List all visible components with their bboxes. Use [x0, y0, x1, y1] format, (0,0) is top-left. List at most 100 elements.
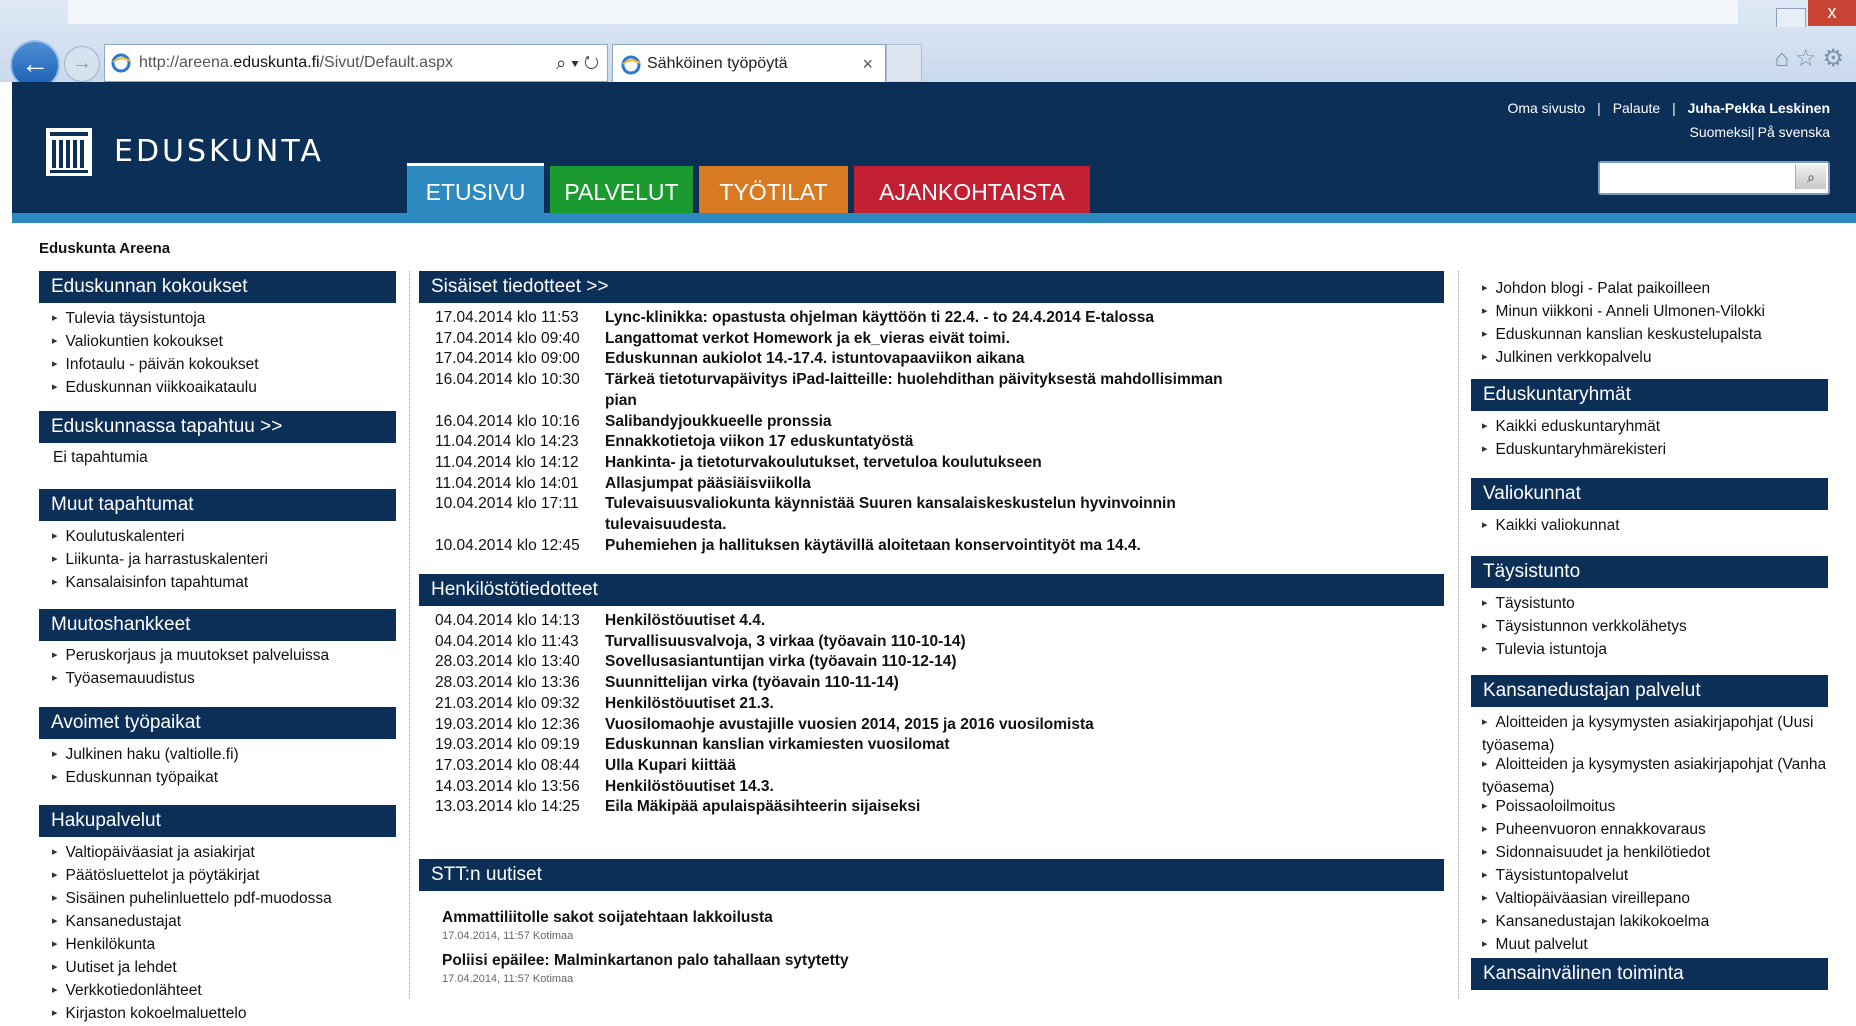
- home-favorites-settings-icons[interactable]: ⌂☆⚙: [1774, 44, 1850, 73]
- list-item[interactable]: Eduskuntaryhmärekisteri: [1482, 439, 1667, 462]
- palaute-link[interactable]: Palaute: [1613, 100, 1660, 116]
- list-item[interactable]: Eduskunnan viikkoaikataulu: [52, 377, 259, 400]
- news-row[interactable]: 11.04.2014 klo 14:01 Allasjumpat pääsiäis…: [435, 474, 1255, 495]
- news-title[interactable]: Eila Mäkipää apulaispääsihteerin sijaise…: [605, 797, 1255, 818]
- oma-sivusto-link[interactable]: Oma sivusto: [1507, 100, 1585, 116]
- news-row[interactable]: 17.04.2014 klo 11:53 Lync-klinikka: opast…: [435, 308, 1255, 329]
- news-title[interactable]: Henkilöstöuutiset 21.3.: [605, 694, 1255, 715]
- minimize-button[interactable]: [1776, 8, 1806, 27]
- tab-palvelut[interactable]: PALVELUT: [550, 166, 693, 213]
- news-row[interactable]: 04.04.2014 klo 14:13 Henkilöstöuutiset 4.…: [435, 611, 1255, 632]
- list-item[interactable]: Täysistuntopalvelut: [1482, 865, 1710, 888]
- list-item[interactable]: Valtiopäiväasiat ja asiakirjat: [52, 842, 332, 865]
- news-row[interactable]: 19.03.2014 klo 12:36 Vuosilomaohje avusta…: [435, 715, 1255, 736]
- address-bar[interactable]: http://areena.eduskunta.fi/Sivut/Default…: [104, 44, 608, 82]
- news-row[interactable]: 16.04.2014 klo 10:16 Salibandyjoukkueelle…: [435, 412, 1255, 433]
- lang-fi-link[interactable]: Suomeksi: [1690, 124, 1751, 140]
- stt-news-title[interactable]: Poliisi epäilee: Malminkartanon palo tah…: [442, 952, 849, 970]
- news-title[interactable]: Tulevaisuusvaliokunta käynnistää Suuren …: [605, 494, 1255, 535]
- close-tab-icon[interactable]: ×: [862, 45, 873, 83]
- list-item[interactable]: Puheenvuoron ennakkovaraus: [1482, 819, 1710, 842]
- news-row[interactable]: 13.03.2014 klo 14:25 Eila Mäkipää apulais…: [435, 797, 1255, 818]
- news-row[interactable]: 28.03.2014 klo 13:40 Sovellusasiantuntija…: [435, 652, 1255, 673]
- list-item[interactable]: Tulevia istuntoja: [1482, 639, 1687, 662]
- list-item[interactable]: Sisäinen puhelinluettelo pdf-muodossa: [52, 888, 332, 911]
- section-header-sisaiset[interactable]: Sisäiset tiedotteet >>: [419, 271, 1444, 303]
- news-title[interactable]: Eduskunnan kanslian virkamiesten vuosilo…: [605, 735, 1255, 756]
- list-item[interactable]: Uutiset ja lehdet: [52, 957, 332, 980]
- list-item[interactable]: Työasemauudistus: [52, 668, 329, 691]
- news-title[interactable]: Sovellusasiantuntijan virka (työavain 11…: [605, 652, 1255, 673]
- section-header-tapahtuu[interactable]: Eduskunnassa tapahtuu >>: [39, 411, 396, 443]
- list-item[interactable]: Aloitteiden ja kysymysten asiakirjapohja…: [1482, 754, 1837, 798]
- news-row[interactable]: 04.04.2014 klo 11:43 Turvallisuusvalvoja,…: [435, 632, 1255, 653]
- news-title[interactable]: Tärkeä tietoturvapäivitys iPad-laitteill…: [605, 370, 1255, 411]
- news-title[interactable]: Vuosilomaohje avustajille vuosien 2014, …: [605, 715, 1255, 736]
- tab-etusivu[interactable]: ETUSIVU: [407, 163, 544, 216]
- user-name[interactable]: Juha-Pekka Leskinen: [1688, 100, 1830, 116]
- list-item[interactable]: Johdon blogi - Palat paikoilleen: [1482, 278, 1765, 301]
- lang-sv-link[interactable]: På svenska: [1758, 124, 1830, 140]
- list-item[interactable]: Valtiopäiväasian vireillepano: [1482, 888, 1710, 911]
- news-row[interactable]: 19.03.2014 klo 09:19 Eduskunnan kanslian …: [435, 735, 1255, 756]
- list-item[interactable]: Kaikki valiokunnat: [1482, 515, 1620, 538]
- search-icon[interactable]: ⌕: [1795, 165, 1826, 189]
- news-title[interactable]: Henkilöstöuutiset 4.4.: [605, 611, 1255, 632]
- browser-tab[interactable]: Sähköinen työpöytä ×: [612, 44, 886, 83]
- list-item[interactable]: Kirjaston kokoelmaluettelo: [52, 1003, 332, 1026]
- list-item[interactable]: Sidonnaisuudet ja henkilötiedot: [1482, 842, 1711, 865]
- list-item[interactable]: Täysistunnon verkkolähetys: [1482, 616, 1687, 639]
- forward-button[interactable]: →: [64, 46, 100, 82]
- list-item[interactable]: Aloitteiden ja kysymysten asiakirjapohja…: [1482, 712, 1837, 756]
- list-item[interactable]: Verkkotiedonlähteet: [52, 980, 332, 1003]
- close-window-button[interactable]: x: [1808, 0, 1856, 26]
- stt-news-title[interactable]: Ammattiliitolle sakot soijatehtaan lakko…: [442, 909, 773, 927]
- list-item[interactable]: Poissaoloilmoitus: [1482, 796, 1710, 819]
- list-item[interactable]: Päätösluettelot ja pöytäkirjat: [52, 865, 332, 888]
- news-title[interactable]: Salibandyjoukkueelle pronssia: [605, 412, 1255, 433]
- list-item[interactable]: Kansalaisinfon tapahtumat: [52, 572, 268, 595]
- news-title[interactable]: Eduskunnan aukiolot 14.-17.4. istuntovap…: [605, 349, 1255, 370]
- news-title[interactable]: Hankinta- ja tietoturvakoulutukset, terv…: [605, 453, 1255, 474]
- list-item[interactable]: Täysistunto: [1482, 593, 1687, 616]
- news-row[interactable]: 17.03.2014 klo 08:44 Ulla Kupari kiittää: [435, 756, 1255, 777]
- news-row[interactable]: 17.04.2014 klo 09:40 Langattomat verkot H…: [435, 329, 1255, 350]
- list-item[interactable]: Henkilökunta: [52, 934, 332, 957]
- news-title[interactable]: Henkilöstöuutiset 14.3.: [605, 777, 1255, 798]
- news-title[interactable]: Langattomat verkot Homework ja ek_vieras…: [605, 329, 1255, 350]
- news-row[interactable]: 14.03.2014 klo 13:56 Henkilöstöuutiset 14…: [435, 777, 1255, 798]
- list-item[interactable]: Kansanedustajat: [52, 911, 332, 934]
- news-row[interactable]: 16.04.2014 klo 10:30 Tärkeä tietoturvapäi…: [435, 370, 1255, 411]
- news-title[interactable]: Lync-klinikka: opastusta ohjelman käyttö…: [605, 308, 1255, 329]
- news-title[interactable]: Puhemiehen ja hallituksen käytävillä alo…: [605, 536, 1255, 557]
- news-row[interactable]: 11.04.2014 klo 14:12 Hankinta- ja tietotu…: [435, 453, 1255, 474]
- site-logo-text[interactable]: EDUSKUNTA: [114, 134, 324, 169]
- news-row[interactable]: 21.03.2014 klo 09:32 Henkilöstöuutiset 21…: [435, 694, 1255, 715]
- list-item[interactable]: Tulevia täysistuntoja: [52, 308, 259, 331]
- new-tab-button[interactable]: [886, 44, 922, 81]
- list-item[interactable]: Eduskunnan työpaikat: [52, 767, 239, 790]
- list-item[interactable]: Julkinen haku (valtiolle.fi): [52, 744, 239, 767]
- list-item[interactable]: Kansanedustajan lakikokoelma: [1482, 911, 1710, 934]
- news-row[interactable]: 28.03.2014 klo 13:36 Suunnittelijan virka…: [435, 673, 1255, 694]
- news-title[interactable]: Turvallisuusvalvoja, 3 virkaa (työavain …: [605, 632, 1255, 653]
- news-title[interactable]: Allasjumpat pääsiäisviikolla: [605, 474, 1255, 495]
- list-item[interactable]: Peruskorjaus ja muutokset palveluissa: [52, 645, 330, 668]
- tab-tyotilat[interactable]: TYÖTILAT: [699, 166, 848, 213]
- tab-ajankohtaista[interactable]: AJANKOHTAISTA: [854, 166, 1090, 213]
- list-item[interactable]: Julkinen verkkopalvelu: [1482, 347, 1765, 370]
- news-row[interactable]: 17.04.2014 klo 09:00 Eduskunnan aukiolot …: [435, 349, 1255, 370]
- list-item[interactable]: Eduskunnan kanslian keskustelupalsta: [1482, 324, 1765, 347]
- list-item[interactable]: Koulutuskalenteri: [52, 526, 268, 549]
- list-item[interactable]: Muut palvelut: [1482, 934, 1710, 957]
- news-title[interactable]: Suunnittelijan virka (työavain 110-11-14…: [605, 673, 1255, 694]
- list-item[interactable]: Infotaulu - päivän kokoukset: [52, 354, 259, 377]
- list-item[interactable]: Valiokuntien kokoukset: [52, 331, 259, 354]
- news-title[interactable]: Ennakkotietoja viikon 17 eduskuntatyöstä: [605, 432, 1255, 453]
- news-row[interactable]: 11.04.2014 klo 14:23 Ennakkotietoja viiko…: [435, 432, 1255, 453]
- list-item[interactable]: Kaikki eduskuntaryhmät: [1482, 416, 1666, 439]
- list-item[interactable]: Minun viikkoni - Anneli Ulmonen-Vilokki: [1482, 301, 1765, 324]
- news-row[interactable]: 10.04.2014 klo 17:11 Tulevaisuusvaliokunt…: [435, 494, 1255, 535]
- address-tools-icon[interactable]: ⌕ ▾ ↻: [556, 45, 599, 81]
- list-item[interactable]: Liikunta- ja harrastuskalenteri: [52, 549, 268, 572]
